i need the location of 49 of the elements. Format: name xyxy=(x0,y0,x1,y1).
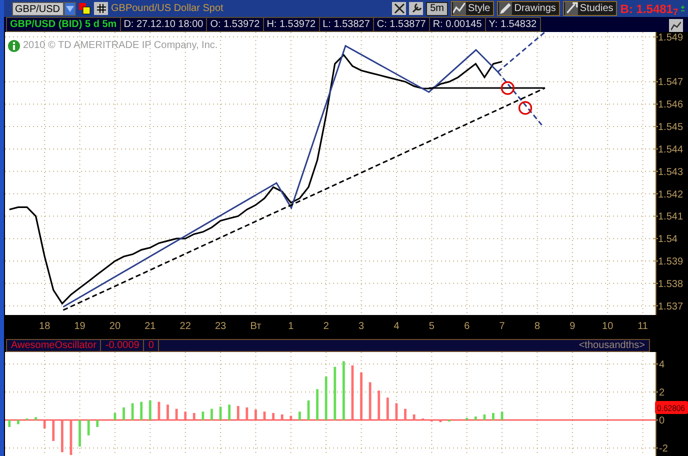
axis-label: Вт xyxy=(250,321,262,332)
axis-label: 5 xyxy=(428,321,434,332)
toolbar-button[interactable]: Style xyxy=(451,1,494,16)
axis-label: 19 xyxy=(74,321,86,332)
info-field: D: 27.12.10 18:00 xyxy=(120,17,208,32)
axis-label: 8 xyxy=(534,321,540,332)
units-label: <thousandths> xyxy=(578,340,646,351)
axis-label: 1.537 xyxy=(658,301,684,312)
axis-label: 18 xyxy=(39,321,50,332)
copyright-text: 2010 © TD AMERITRADE IP Company, Inc. xyxy=(23,39,218,53)
axis-label: 22 xyxy=(180,321,191,332)
axis-label: -2 xyxy=(659,444,668,454)
bid-price: B: 1.5481$_{7}$ xyxy=(620,0,678,18)
current-value-label: 0.62806 xyxy=(655,401,688,414)
axis-label: 1.542 xyxy=(658,189,684,200)
axis-label: 7 xyxy=(499,321,505,332)
axis-label: 1.545 xyxy=(658,122,684,134)
symbol-dropdown[interactable]: GBP/USD xyxy=(12,2,64,16)
toolbar-button[interactable]: Studies xyxy=(562,1,618,16)
axis-label: 6 xyxy=(464,321,470,332)
axis-label: 2 xyxy=(659,388,665,398)
axis-label: 4 xyxy=(394,321,400,332)
interval-button[interactable]: 5m xyxy=(426,2,448,16)
axis-label: 1.54 xyxy=(658,234,678,246)
axis-label: 1.538 xyxy=(658,278,684,290)
axis-label: 11 xyxy=(638,321,648,332)
axis-label: 23 xyxy=(214,321,226,332)
axis-label: 1.544 xyxy=(658,144,684,156)
axis-label: 1.539 xyxy=(658,256,684,268)
axis-label: 3 xyxy=(358,321,364,332)
indicator-value: -0.0009 xyxy=(101,340,144,351)
axis-label: 9 xyxy=(570,321,576,332)
axis-label: 1.547 xyxy=(658,77,684,88)
axis-label: 1.546 xyxy=(658,100,684,111)
toolbar-button[interactable]: Drawings xyxy=(497,1,560,16)
axis-label: 1.541 xyxy=(658,212,684,223)
axis-label: 4 xyxy=(659,360,665,370)
axis-label: 1.543 xyxy=(658,166,684,178)
axis-label: 0 xyxy=(659,416,665,426)
axis-label: 20 xyxy=(109,321,121,332)
instrument-description: GBPound/US Dollar Spot xyxy=(111,2,224,16)
axis-label: 2 xyxy=(323,321,329,332)
chart-title: GBP/USD (BID) 5 d 5m xyxy=(6,17,121,32)
axis-label: 10 xyxy=(602,321,614,332)
indicator-field: 0 xyxy=(144,340,159,351)
indicator-name: AwesomeOscillator xyxy=(7,340,102,351)
axis-label: 1.549 xyxy=(658,32,684,44)
axis-label: 1 xyxy=(288,321,294,332)
axis-label: 21 xyxy=(144,321,156,332)
